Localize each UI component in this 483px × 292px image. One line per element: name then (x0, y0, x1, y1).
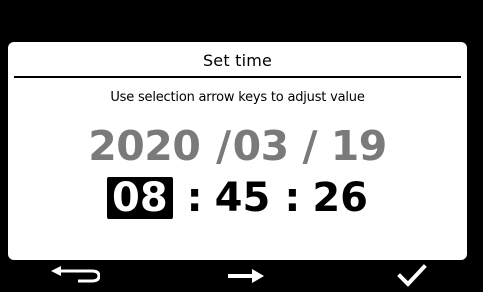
instruction-text: Use selection arrow keys to adjust value (110, 90, 365, 105)
next-softkey[interactable] (214, 260, 274, 292)
hour-field[interactable]: 08 (106, 177, 173, 219)
set-time-dialog: Set time Use selection arrow keys to adj… (8, 42, 467, 260)
title-divider (14, 76, 461, 78)
time-colon: : (186, 175, 203, 221)
date-separator: / (288, 122, 331, 170)
minute-field[interactable]: 45 (215, 175, 271, 221)
device-screen: Set time Use selection arrow keys to adj… (0, 0, 483, 292)
back-arrow-icon (51, 266, 100, 283)
time-display: 08:45:26 (8, 175, 467, 221)
right-arrow-icon (228, 269, 264, 283)
softkey-bar (0, 260, 483, 292)
day-field[interactable]: 19 (331, 122, 388, 170)
month-field[interactable]: 03 (233, 122, 290, 170)
date-display: 2020 /03 / 19 (8, 122, 467, 170)
time-colon: : (284, 175, 301, 221)
back-softkey[interactable] (44, 260, 104, 292)
confirm-softkey[interactable] (382, 260, 442, 292)
year-field[interactable]: 2020 (88, 122, 201, 170)
checkmark-icon (397, 264, 427, 287)
date-separator: / (202, 122, 231, 170)
second-field[interactable]: 26 (312, 175, 368, 221)
dialog-title: Set time (202, 51, 273, 70)
